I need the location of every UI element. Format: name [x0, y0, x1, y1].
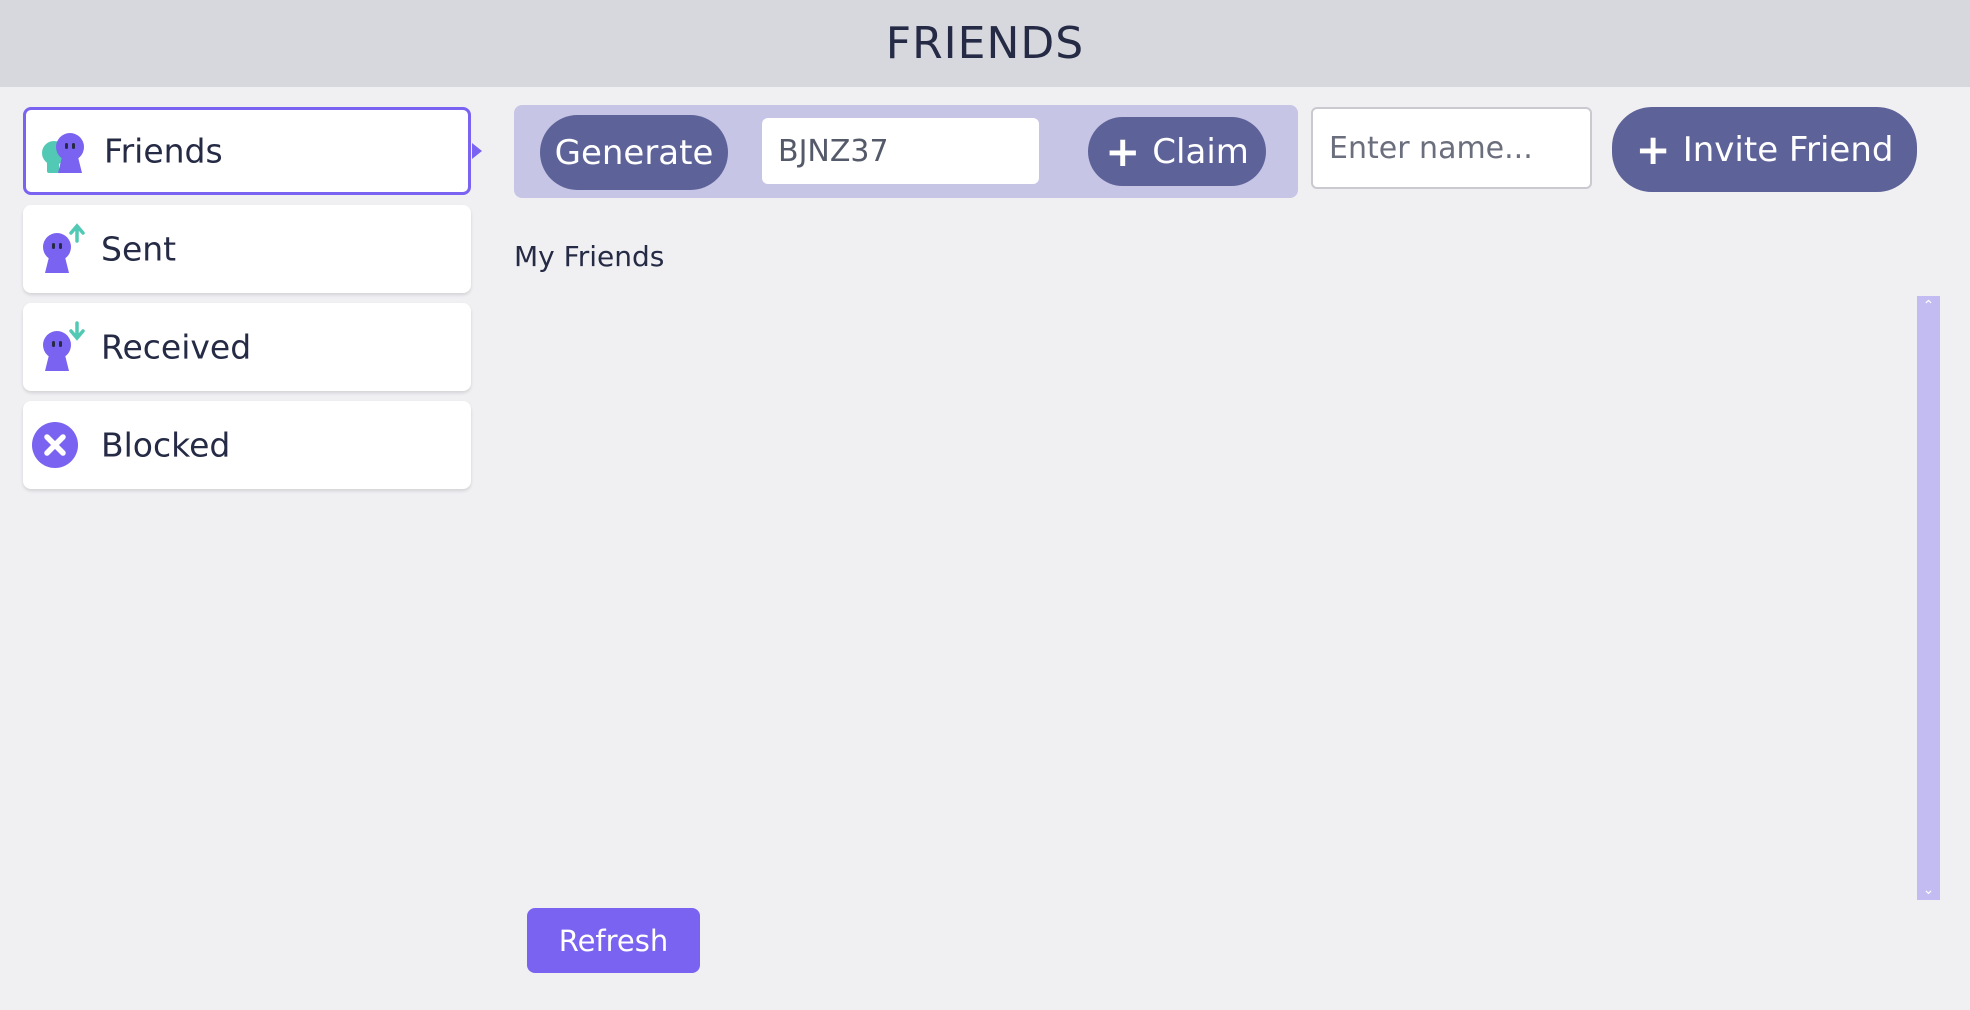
plus-icon: + [1635, 124, 1671, 174]
sidebar-item-label: Sent [101, 229, 177, 269]
sidebar-item-friends[interactable]: Friends [23, 107, 482, 195]
received-request-icon [43, 321, 85, 371]
refresh-button[interactable]: Refresh [527, 908, 700, 973]
generate-button-label: Generate [554, 132, 714, 173]
generate-button[interactable]: Generate [540, 115, 728, 190]
friend-name-input[interactable] [1311, 107, 1592, 189]
claim-button[interactable]: + Claim [1088, 117, 1266, 186]
sidebar-item-blocked[interactable]: Blocked [23, 401, 471, 489]
sent-request-icon [43, 223, 85, 273]
friend-code-input[interactable] [762, 118, 1039, 184]
claim-button-label: Claim [1152, 131, 1249, 172]
plus-icon: + [1105, 126, 1141, 176]
sidebar-item-label: Received [101, 327, 252, 367]
refresh-button-label: Refresh [558, 923, 669, 958]
blocked-icon [32, 422, 78, 468]
invite-friend-button[interactable]: + Invite Friend [1612, 107, 1917, 192]
friends-list-scrollbar[interactable]: ⌃ ⌄ [1917, 296, 1940, 900]
sidebar-item-sent[interactable]: Sent [23, 205, 471, 293]
sidebar-item-received[interactable]: Received [23, 303, 471, 391]
friend-code-panel: Generate + Claim [514, 105, 1298, 198]
sidebar-item-label: Friends [104, 131, 223, 171]
header-bar: FRIENDS [0, 0, 1970, 87]
friends-icon [42, 133, 84, 173]
active-indicator [472, 143, 482, 159]
section-title: My Friends [514, 240, 665, 273]
sidebar-item-label: Blocked [101, 425, 231, 465]
chevron-down-icon[interactable]: ⌄ [1917, 882, 1940, 898]
page-title: FRIENDS [885, 18, 1085, 69]
invite-friend-label: Invite Friend [1682, 129, 1894, 170]
chevron-up-icon[interactable]: ⌃ [1917, 298, 1940, 314]
